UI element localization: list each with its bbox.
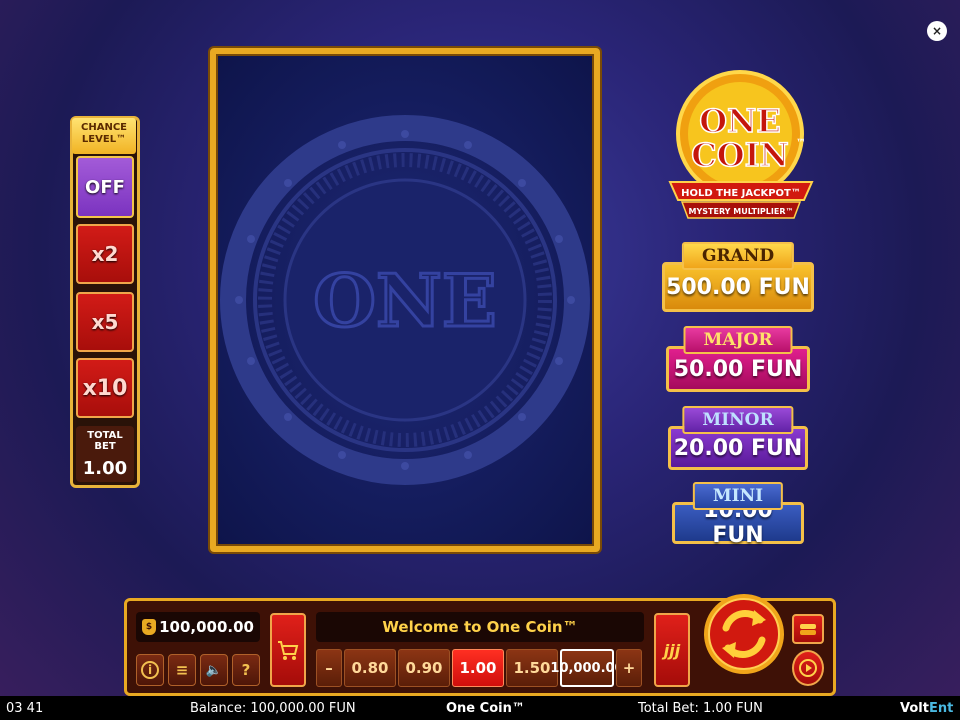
bet-option[interactable]: 0.80 <box>344 649 396 687</box>
bet-selector: – 0.80 0.90 1.00 1.50 10,000.00 + <box>316 648 644 688</box>
play-icon <box>799 659 817 677</box>
bet-option-active[interactable]: 1.00 <box>452 649 504 687</box>
info-icon: i <box>141 661 159 679</box>
chance-x10-button[interactable]: x10 <box>76 358 134 418</box>
bet-decrease-button[interactable]: – <box>316 649 342 687</box>
sound-button[interactable]: 🔈 <box>200 654 228 686</box>
svg-text:MYSTERY MULTIPLIER™: MYSTERY MULTIPLIER™ <box>689 207 794 216</box>
chance-off-button[interactable]: OFF <box>76 156 134 218</box>
balance-value: 100,000.00 <box>159 618 254 636</box>
bet-option-max[interactable]: 10,000.00 <box>550 649 624 687</box>
jackpot-grand-name: GRAND <box>681 242 795 270</box>
bet-option[interactable]: 0.90 <box>398 649 450 687</box>
bet-increase-button[interactable]: + <box>616 649 642 687</box>
coin-background-icon: ONE <box>220 115 590 485</box>
menu-button[interactable]: ≡ <box>168 654 196 686</box>
chance-level-title: CHANCE LEVEL™ <box>72 118 136 154</box>
question-icon: ? <box>241 661 251 679</box>
status-total-bet: Total Bet: 1.00 FUN <box>638 700 763 716</box>
autoplay-button[interactable]: jjj <box>654 613 690 687</box>
jackpot-major-name: MAJOR <box>683 326 793 354</box>
close-button[interactable]: × <box>927 21 947 41</box>
chance-x5-button[interactable]: x5 <box>76 292 134 352</box>
chance-x2-button[interactable]: x2 <box>76 224 134 284</box>
status-balance: Balance: 100,000.00 FUN <box>190 700 356 716</box>
svg-text:HOLD THE JACKPOT™: HOLD THE JACKPOT™ <box>681 188 801 199</box>
menu-icon: ≡ <box>175 661 189 679</box>
info-button[interactable]: i <box>136 654 164 686</box>
jackpot-mini-name: MINI <box>692 482 784 510</box>
jackpot-minor: 20.00 FUN MINOR <box>668 406 808 470</box>
bet-settings-button[interactable] <box>792 614 824 644</box>
chance-total-bet-value: 1.00 <box>82 458 128 479</box>
chance-total-bet-label: TOTAL BET <box>87 430 123 452</box>
welcome-message: Welcome to One Coin™ <box>316 612 644 642</box>
svg-text:COIN: COIN <box>691 136 789 174</box>
coins-icon <box>800 624 816 635</box>
autoplay-start-button[interactable] <box>792 650 824 686</box>
svg-text:™: ™ <box>796 138 806 149</box>
reel-area: ONE <box>210 48 600 552</box>
spin-button[interactable] <box>702 580 786 688</box>
speaker-icon: 🔈 <box>205 662 223 678</box>
coin-text: ONE <box>313 258 496 343</box>
jackpot-mini: 10.00 FUN MINI <box>672 482 804 548</box>
game-logo: ONE COIN ™ HOLD THE JACKPOT™ MYSTERY MUL… <box>668 66 814 230</box>
jackpot-major: 50.00 FUN MAJOR <box>666 326 810 394</box>
clock: 03 41 <box>6 700 44 716</box>
jackpot-minor-name: MINOR <box>682 406 794 434</box>
chance-total-bet: TOTAL BET 1.00 <box>76 426 134 482</box>
help-button[interactable]: ? <box>232 654 260 686</box>
balance-display: $ 100,000.00 <box>136 612 260 642</box>
autoplay-icon: jjj <box>663 640 681 660</box>
money-bag-icon: $ <box>142 619 156 635</box>
brand-logo: VoltEnt <box>900 700 954 716</box>
svg-text:ONE: ONE <box>699 102 781 140</box>
jackpot-grand: 500.00 FUN GRAND <box>662 242 814 314</box>
status-bar: 03 41 Balance: 100,000.00 FUN One Coin™ … <box>0 696 960 720</box>
buy-feature-button[interactable] <box>270 613 306 687</box>
cart-icon <box>278 641 299 660</box>
status-game-title: One Coin™ <box>446 700 525 716</box>
